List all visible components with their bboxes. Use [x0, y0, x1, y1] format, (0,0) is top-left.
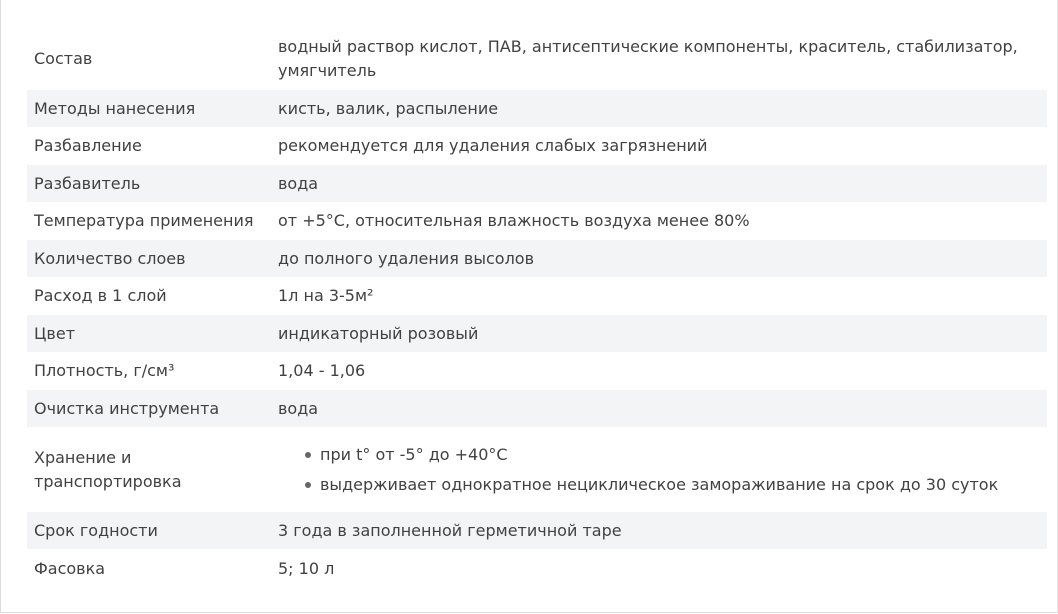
row-value: 5; 10 л: [278, 559, 335, 578]
table-row: Срок годности 3 года в заполненной герме…: [27, 512, 1047, 549]
table-row: Разбавление рекомендуется для удаления с…: [27, 127, 1047, 165]
row-value: 3 года в заполненной герметичной таре: [278, 520, 622, 540]
row-value: 1,04 - 1,06: [278, 361, 366, 380]
table-row: Цвет индикаторный розовый: [27, 315, 1047, 352]
row-value: до полного удаления высолов: [278, 248, 535, 268]
row-value: от +5°С, относительная влажность воздуха…: [278, 211, 750, 230]
spec-panel: Состав водный раствор кислот, ПАВ, антис…: [0, 0, 1058, 613]
row-label: Цвет: [34, 323, 76, 343]
row-label: Плотность, г/см³: [34, 361, 175, 380]
list-item: при t° от -5° до +40°С: [305, 440, 1040, 470]
row-label: Очистка инструмента: [34, 398, 220, 418]
bullet-list: при t° от -5° до +40°С выдерживает однок…: [278, 440, 1040, 500]
spec-table: Состав водный раствор кислот, ПАВ, антис…: [27, 28, 1047, 589]
row-label: Срок годности: [34, 520, 158, 540]
table-row: Хранение и транспортировка при t° от -5°…: [27, 427, 1047, 512]
table-row: Количество слоев до полного удаления выс…: [27, 240, 1047, 277]
table-row: Состав водный раствор кислот, ПАВ, антис…: [27, 28, 1047, 90]
row-label: Методы нанесения: [34, 98, 196, 118]
row-value: вода: [278, 173, 319, 193]
row-value: при t° от -5° до +40°С выдерживает однок…: [271, 427, 1047, 512]
row-label: Хранение и транспортировка: [34, 447, 182, 491]
row-label: Количество слоев: [34, 248, 186, 268]
row-value: индикаторный розовый: [278, 323, 479, 343]
list-item: выдерживает однократное нециклическое за…: [305, 470, 1040, 500]
table-row: Плотность, г/см³ 1,04 - 1,06: [27, 352, 1047, 390]
row-value: водный раствор кислот, ПАВ, антисептичес…: [278, 37, 1018, 80]
table-row: Очистка инструмента вода: [27, 390, 1047, 427]
row-label: Разбавитель: [34, 173, 141, 193]
table-row: Разбавитель вода: [27, 165, 1047, 202]
row-label: Расход в 1 слой: [34, 286, 167, 305]
table-row: Методы нанесения кисть, валик, распылени…: [27, 90, 1047, 127]
row-value: кисть, валик, распыление: [278, 98, 499, 118]
row-value: вода: [278, 398, 319, 418]
row-label: Температура применения: [34, 211, 254, 230]
row-label: Фасовка: [34, 559, 106, 578]
row-value: рекомендуется для удаления слабых загряз…: [278, 136, 708, 155]
table-row: Фасовка 5; 10 л: [27, 549, 1047, 589]
table-row: Расход в 1 слой 1л на 3-5м²: [27, 277, 1047, 315]
table-row: Температура применения от +5°С, относите…: [27, 202, 1047, 240]
row-label: Разбавление: [34, 136, 142, 155]
row-label: Состав: [34, 49, 93, 68]
row-value: 1л на 3-5м²: [278, 286, 374, 305]
